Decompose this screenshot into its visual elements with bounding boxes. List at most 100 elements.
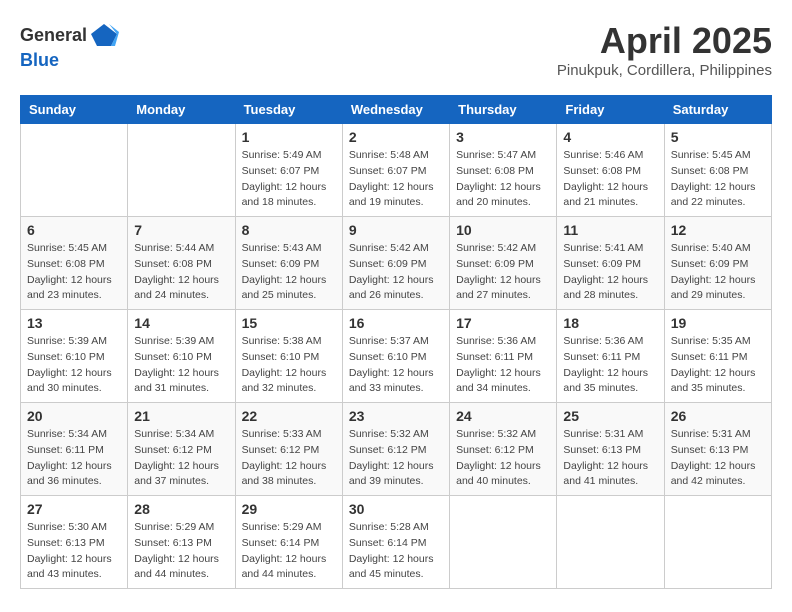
table-row: 5 Sunrise: 5:45 AM Sunset: 6:08 PM Daylig… [664,124,771,217]
day-number: 14 [134,315,228,331]
calendar-week-row: 6 Sunrise: 5:45 AM Sunset: 6:08 PM Daylig… [21,217,772,310]
table-row: 9 Sunrise: 5:42 AM Sunset: 6:09 PM Daylig… [342,217,449,310]
table-row [450,496,557,589]
table-row: 1 Sunrise: 5:49 AM Sunset: 6:07 PM Daylig… [235,124,342,217]
calendar-week-row: 13Sunrise: 5:39 AM Sunset: 6:10 PM Dayli… [21,310,772,403]
day-number: 10 [456,222,550,238]
day-number: 6 [27,222,121,238]
calendar-week-row: 1 Sunrise: 5:49 AM Sunset: 6:07 PM Daylig… [21,124,772,217]
table-row: 8 Sunrise: 5:43 AM Sunset: 6:09 PM Daylig… [235,217,342,310]
day-detail: Sunrise: 5:29 AM Sunset: 6:13 PM Dayligh… [134,520,228,583]
day-number: 4 [563,129,657,145]
day-detail: Sunrise: 5:42 AM Sunset: 6:09 PM Dayligh… [349,241,443,304]
table-row: 26 Sunrise: 5:31 AM Sunset: 6:13 PM Dayli… [664,403,771,496]
day-detail: Sunrise: 5:29 AM Sunset: 6:14 PM Dayligh… [242,520,336,583]
table-row: 21 Sunrise: 5:34 AM Sunset: 6:12 PM Dayli… [128,403,235,496]
day-number: 1 [242,129,336,145]
day-detail: Sunrise: 5:31 AM Sunset: 6:13 PM Dayligh… [671,427,765,490]
table-row: 3 Sunrise: 5:47 AM Sunset: 6:08 PM Daylig… [450,124,557,217]
table-row: 13Sunrise: 5:39 AM Sunset: 6:10 PM Dayli… [21,310,128,403]
day-detail: Sunrise: 5:45 AM Sunset: 6:08 PM Dayligh… [27,241,121,304]
table-row [664,496,771,589]
day-detail: Sunrise: 5:30 AM Sunset: 6:13 PM Dayligh… [27,520,121,583]
day-detail: Sunrise: 5:43 AM Sunset: 6:09 PM Dayligh… [242,241,336,304]
day-detail: Sunrise: 5:48 AM Sunset: 6:07 PM Dayligh… [349,148,443,211]
day-number: 2 [349,129,443,145]
day-number: 15 [242,315,336,331]
table-row [557,496,664,589]
day-detail: Sunrise: 5:38 AM Sunset: 6:10 PM Dayligh… [242,334,336,397]
day-number: 9 [349,222,443,238]
table-row: 10 Sunrise: 5:42 AM Sunset: 6:09 PM Dayli… [450,217,557,310]
day-number: 23 [349,408,443,424]
day-detail: Sunrise: 5:49 AM Sunset: 6:07 PM Dayligh… [242,148,336,211]
day-detail: Sunrise: 5:32 AM Sunset: 6:12 PM Dayligh… [349,427,443,490]
table-row: 15 Sunrise: 5:38 AM Sunset: 6:10 PM Dayli… [235,310,342,403]
day-number: 20 [27,408,121,424]
calendar-week-row: 27 Sunrise: 5:30 AM Sunset: 6:13 PM Dayli… [21,496,772,589]
calendar-table: Sunday Monday Tuesday Wednesday Thursday… [20,95,772,589]
day-number: 24 [456,408,550,424]
table-row [21,124,128,217]
day-number: 5 [671,129,765,145]
table-row: 16 Sunrise: 5:37 AM Sunset: 6:10 PM Dayli… [342,310,449,403]
day-detail: Sunrise: 5:47 AM Sunset: 6:08 PM Dayligh… [456,148,550,211]
day-detail: Sunrise: 5:44 AM Sunset: 6:08 PM Dayligh… [134,241,228,304]
month-title: April 2025 [557,20,772,62]
col-tuesday: Tuesday [235,96,342,124]
day-number: 30 [349,501,443,517]
day-detail: Sunrise: 5:34 AM Sunset: 6:11 PM Dayligh… [27,427,121,490]
day-detail: Sunrise: 5:42 AM Sunset: 6:09 PM Dayligh… [456,241,550,304]
day-number: 22 [242,408,336,424]
table-row: 18Sunrise: 5:36 AM Sunset: 6:11 PM Dayli… [557,310,664,403]
day-detail: Sunrise: 5:36 AM Sunset: 6:11 PM Dayligh… [563,334,657,397]
location-title: Pinukpuk, Cordillera, Philippines [557,62,772,79]
table-row: 14Sunrise: 5:39 AM Sunset: 6:10 PM Dayli… [128,310,235,403]
table-row: 22 Sunrise: 5:33 AM Sunset: 6:12 PM Dayli… [235,403,342,496]
logo-icon [89,20,119,50]
day-detail: Sunrise: 5:31 AM Sunset: 6:13 PM Dayligh… [563,427,657,490]
table-row: 30 Sunrise: 5:28 AM Sunset: 6:14 PM Dayli… [342,496,449,589]
day-number: 27 [27,501,121,517]
day-detail: Sunrise: 5:45 AM Sunset: 6:08 PM Dayligh… [671,148,765,211]
table-row: 27 Sunrise: 5:30 AM Sunset: 6:13 PM Dayli… [21,496,128,589]
day-number: 26 [671,408,765,424]
day-number: 25 [563,408,657,424]
day-number: 8 [242,222,336,238]
table-row: 6 Sunrise: 5:45 AM Sunset: 6:08 PM Daylig… [21,217,128,310]
day-detail: Sunrise: 5:41 AM Sunset: 6:09 PM Dayligh… [563,241,657,304]
logo-blue: Blue [20,50,59,70]
table-row: 20 Sunrise: 5:34 AM Sunset: 6:11 PM Dayli… [21,403,128,496]
day-detail: Sunrise: 5:35 AM Sunset: 6:11 PM Dayligh… [671,334,765,397]
day-detail: Sunrise: 5:40 AM Sunset: 6:09 PM Dayligh… [671,241,765,304]
day-number: 28 [134,501,228,517]
day-detail: Sunrise: 5:37 AM Sunset: 6:10 PM Dayligh… [349,334,443,397]
table-row: 28 Sunrise: 5:29 AM Sunset: 6:13 PM Dayli… [128,496,235,589]
calendar-header-row: Sunday Monday Tuesday Wednesday Thursday… [21,96,772,124]
day-detail: Sunrise: 5:33 AM Sunset: 6:12 PM Dayligh… [242,427,336,490]
col-thursday: Thursday [450,96,557,124]
calendar-week-row: 20 Sunrise: 5:34 AM Sunset: 6:11 PM Dayli… [21,403,772,496]
col-saturday: Saturday [664,96,771,124]
col-wednesday: Wednesday [342,96,449,124]
col-monday: Monday [128,96,235,124]
day-detail: Sunrise: 5:34 AM Sunset: 6:12 PM Dayligh… [134,427,228,490]
day-number: 11 [563,222,657,238]
day-number: 21 [134,408,228,424]
table-row: 11 Sunrise: 5:41 AM Sunset: 6:09 PM Dayli… [557,217,664,310]
table-row: 7 Sunrise: 5:44 AM Sunset: 6:08 PM Daylig… [128,217,235,310]
day-detail: Sunrise: 5:32 AM Sunset: 6:12 PM Dayligh… [456,427,550,490]
day-detail: Sunrise: 5:28 AM Sunset: 6:14 PM Dayligh… [349,520,443,583]
col-friday: Friday [557,96,664,124]
day-number: 7 [134,222,228,238]
table-row: 29Sunrise: 5:29 AM Sunset: 6:14 PM Dayli… [235,496,342,589]
day-number: 16 [349,315,443,331]
header: General Blue April 2025 Pinukpuk, Cordil… [20,20,772,79]
day-number: 13 [27,315,121,331]
day-detail: Sunrise: 5:46 AM Sunset: 6:08 PM Dayligh… [563,148,657,211]
table-row: 19Sunrise: 5:35 AM Sunset: 6:11 PM Dayli… [664,310,771,403]
table-row: 17Sunrise: 5:36 AM Sunset: 6:11 PM Dayli… [450,310,557,403]
title-section: April 2025 Pinukpuk, Cordillera, Philipp… [557,20,772,79]
logo: General Blue [20,20,119,71]
day-number: 3 [456,129,550,145]
